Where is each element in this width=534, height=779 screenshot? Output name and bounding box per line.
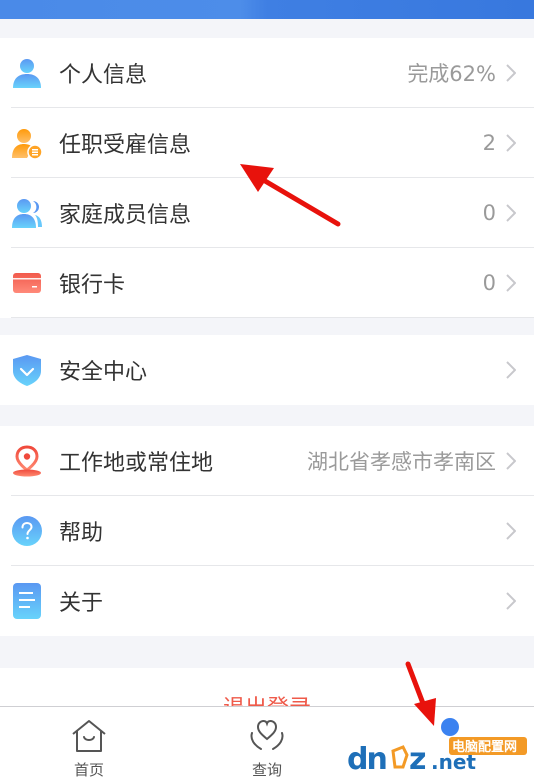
security-section: 安全中心 (0, 335, 534, 405)
watermark: dn z .net 电脑配置网 (345, 735, 530, 777)
other-settings-section: 工作地或常住地 湖北省孝感市孝南区 帮助 关于 (0, 426, 534, 636)
bank-card-icon (11, 267, 43, 299)
chevron-right-icon (504, 63, 518, 83)
active-tab-indicator (441, 718, 459, 736)
header-bar (0, 0, 534, 19)
menu-item-label: 安全中心 (59, 360, 148, 385)
menu-item-help[interactable]: 帮助 (0, 496, 534, 566)
menu-item-employment-info[interactable]: 任职受雇信息 2 (0, 108, 534, 178)
menu-item-label: 工作地或常住地 (59, 451, 214, 476)
menu-item-personal-info[interactable]: 个人信息 完成62% (0, 38, 534, 108)
divider (11, 317, 534, 318)
chevron-right-icon (504, 203, 518, 223)
count-value: 0 (482, 201, 496, 225)
chevron-right-icon (504, 360, 518, 380)
menu-item-security-center[interactable]: 安全中心 (0, 335, 534, 405)
tab-query[interactable]: 查询 (178, 707, 356, 779)
completion-value: 完成62% (407, 62, 496, 86)
svg-text:dn: dn (347, 742, 386, 775)
chevron-right-icon (504, 591, 518, 611)
menu-item-about[interactable]: 关于 (0, 566, 534, 636)
menu-item-work-location[interactable]: 工作地或常住地 湖北省孝感市孝南区 (0, 426, 534, 496)
chevron-right-icon (504, 521, 518, 541)
chevron-right-icon (504, 273, 518, 293)
employee-icon (11, 127, 43, 159)
watermark-tag: 电脑配置网 (452, 739, 517, 755)
menu-item-label: 银行卡 (59, 273, 126, 298)
tab-label: 首页 (73, 761, 104, 779)
count-value: 0 (482, 271, 496, 295)
help-icon (11, 515, 43, 547)
menu-item-label: 个人信息 (59, 63, 148, 88)
user-icon (11, 57, 43, 89)
chevron-right-icon (504, 451, 518, 471)
tab-home[interactable]: 首页 (0, 707, 178, 779)
location-pin-icon (11, 445, 43, 477)
location-value: 湖北省孝感市孝南区 (307, 450, 496, 474)
family-icon (11, 197, 43, 229)
count-value: 2 (482, 131, 496, 155)
heart-hands-icon (247, 719, 287, 757)
menu-item-label: 关于 (59, 591, 104, 616)
chevron-right-icon (504, 133, 518, 153)
home-icon (71, 719, 107, 757)
profile-page: 个人信息 完成62% 任职受雇信息 2 家庭成员信息 0 银行卡 0 安全中心 … (0, 0, 534, 779)
menu-item-bank-card[interactable]: 银行卡 0 (0, 248, 534, 318)
menu-item-label: 家庭成员信息 (59, 203, 192, 228)
personal-info-section: 个人信息 完成62% 任职受雇信息 2 家庭成员信息 0 银行卡 0 (0, 38, 534, 318)
tab-label: 查询 (251, 761, 282, 779)
about-icon (11, 583, 43, 619)
menu-item-label: 任职受雇信息 (59, 133, 192, 158)
svg-text:z: z (409, 742, 426, 775)
menu-item-label: 帮助 (59, 521, 104, 546)
menu-item-family-info[interactable]: 家庭成员信息 0 (0, 178, 534, 248)
shield-icon (11, 354, 43, 386)
